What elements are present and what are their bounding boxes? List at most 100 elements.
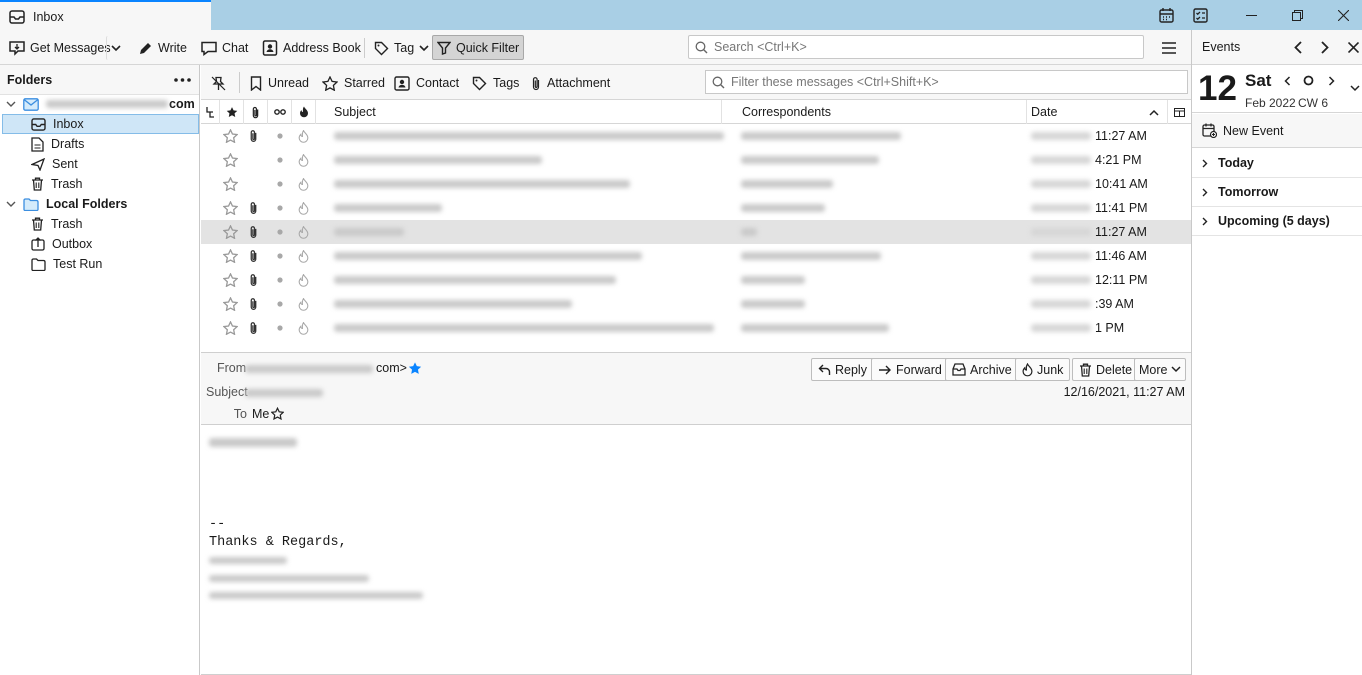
- minimize-button[interactable]: [1228, 0, 1274, 30]
- folder-outbox[interactable]: Outbox: [31, 234, 92, 254]
- chevron-left-icon[interactable]: [1294, 41, 1302, 54]
- archive-button[interactable]: Archive: [945, 358, 1019, 381]
- message-row[interactable]: 1 PM: [201, 316, 1191, 340]
- junk-flame-icon[interactable]: [298, 292, 309, 316]
- junk-flame-icon[interactable]: [298, 316, 309, 340]
- message-row[interactable]: 11:41 PM: [201, 196, 1191, 220]
- write-button[interactable]: Write: [134, 36, 191, 60]
- junk-flame-icon[interactable]: [298, 220, 309, 244]
- attachment-column[interactable]: [244, 100, 268, 124]
- get-messages-button[interactable]: Get Messages: [5, 36, 115, 60]
- app-menu-button[interactable]: [1158, 36, 1180, 60]
- new-event-button[interactable]: New Event: [1192, 114, 1362, 148]
- junk-flame-icon[interactable]: [298, 148, 309, 172]
- filter-attachment[interactable]: Attachment: [531, 71, 610, 95]
- star-icon[interactable]: [223, 316, 238, 340]
- get-messages-dropdown[interactable]: [106, 36, 125, 60]
- read-status-dot-icon[interactable]: [277, 172, 283, 196]
- message-row[interactable]: :39 AM: [201, 292, 1191, 316]
- junk-flame-icon[interactable]: [298, 244, 309, 268]
- close-icon[interactable]: [1348, 42, 1359, 53]
- read-status-dot-icon[interactable]: [277, 244, 283, 268]
- filter-messages-input[interactable]: Filter these messages <Ctrl+Shift+K>: [705, 70, 1188, 94]
- forward-button[interactable]: Forward: [871, 358, 949, 381]
- folder-local-trash[interactable]: Trash: [31, 214, 83, 234]
- folder-test-run[interactable]: Test Run: [31, 254, 102, 274]
- star-icon[interactable]: [223, 196, 238, 220]
- star-icon[interactable]: [223, 220, 238, 244]
- close-window-button[interactable]: [1320, 0, 1362, 30]
- events-tomorrow-section[interactable]: Tomorrow: [1192, 178, 1362, 207]
- more-button[interactable]: More: [1134, 358, 1187, 381]
- folder-trash[interactable]: Trash: [31, 174, 83, 194]
- junk-flame-icon[interactable]: [298, 268, 309, 292]
- previous-day-icon[interactable]: [1284, 76, 1291, 86]
- message-row[interactable]: 11:46 AM: [201, 244, 1191, 268]
- star-icon[interactable]: [271, 407, 284, 420]
- search-input[interactable]: Search <Ctrl+K>: [688, 35, 1144, 59]
- junk-flame-icon[interactable]: [298, 172, 309, 196]
- junk-flame-icon[interactable]: [298, 196, 309, 220]
- read-status-dot-icon[interactable]: [277, 268, 283, 292]
- local-folders-row[interactable]: Local Folders: [6, 194, 127, 214]
- date-column[interactable]: Date: [1027, 100, 1168, 124]
- address-book-button[interactable]: Address Book: [258, 36, 365, 60]
- star-icon[interactable]: [223, 148, 238, 172]
- chevron-right-icon[interactable]: [1321, 41, 1329, 54]
- paperclip-icon: [249, 124, 258, 148]
- folder-drafts[interactable]: Drafts: [31, 134, 84, 154]
- events-upcoming-section[interactable]: Upcoming (5 days): [1192, 207, 1362, 236]
- thread-column[interactable]: [201, 100, 220, 124]
- next-day-icon[interactable]: [1328, 76, 1335, 86]
- restore-button[interactable]: [1274, 0, 1320, 30]
- account-row[interactable]: com: [6, 94, 198, 114]
- read-status-dot-icon[interactable]: [277, 316, 283, 340]
- sticky-filter-button[interactable]: [211, 71, 226, 95]
- star-filled-icon[interactable]: [408, 361, 422, 375]
- tag-button[interactable]: Tag: [370, 36, 433, 60]
- read-status-dot-icon[interactable]: [277, 124, 283, 148]
- filter-tags[interactable]: Tags: [472, 71, 519, 95]
- chevron-down-icon[interactable]: [1350, 85, 1360, 92]
- junk-button[interactable]: Junk: [1015, 358, 1071, 381]
- message-row[interactable]: 12:11 PM: [201, 268, 1191, 292]
- starred-column[interactable]: [220, 100, 244, 124]
- filter-unread[interactable]: Unread: [250, 71, 309, 95]
- quick-filter-button[interactable]: Quick Filter: [432, 35, 525, 60]
- read-status-column[interactable]: [268, 100, 292, 124]
- delete-button[interactable]: Delete: [1072, 358, 1140, 381]
- tab-inbox[interactable]: Inbox: [0, 0, 211, 31]
- more-options-icon[interactable]: [174, 77, 191, 82]
- toolbar-separator: [364, 38, 365, 58]
- events-today-section[interactable]: Today: [1192, 149, 1362, 178]
- junk-column[interactable]: [292, 100, 316, 124]
- chat-button[interactable]: Chat: [197, 36, 252, 60]
- star-icon[interactable]: [223, 124, 238, 148]
- read-status-dot-icon[interactable]: [277, 292, 283, 316]
- today-circle-icon[interactable]: [1303, 75, 1314, 86]
- reply-button[interactable]: Reply: [811, 358, 874, 381]
- filter-contact[interactable]: Contact: [394, 71, 459, 95]
- correspondents-column[interactable]: Correspondents: [736, 100, 1027, 124]
- message-row[interactable]: 11:27 AM: [201, 220, 1191, 244]
- read-status-dot-icon[interactable]: [277, 220, 283, 244]
- read-status-dot-icon[interactable]: [277, 148, 283, 172]
- to-recipient[interactable]: Me: [252, 407, 269, 421]
- read-status-dot-icon[interactable]: [277, 196, 283, 220]
- junk-flame-icon[interactable]: [298, 124, 309, 148]
- subject-column[interactable]: Subject: [328, 100, 722, 124]
- tasks-tab-button[interactable]: [1178, 0, 1222, 30]
- star-icon[interactable]: [223, 268, 238, 292]
- star-icon[interactable]: [223, 244, 238, 268]
- column-picker[interactable]: [1168, 100, 1191, 124]
- star-icon[interactable]: [223, 172, 238, 196]
- subject-redacted: [334, 292, 572, 316]
- folder-inbox[interactable]: Inbox: [2, 114, 199, 134]
- message-row[interactable]: 4:21 PM: [201, 148, 1191, 172]
- message-body: -- Thanks & Regards,: [201, 425, 1191, 675]
- folder-sent[interactable]: Sent: [31, 154, 78, 174]
- message-row[interactable]: 11:27 AM: [201, 124, 1191, 148]
- filter-starred[interactable]: Starred: [322, 71, 385, 95]
- message-row[interactable]: 10:41 AM: [201, 172, 1191, 196]
- star-icon[interactable]: [223, 292, 238, 316]
